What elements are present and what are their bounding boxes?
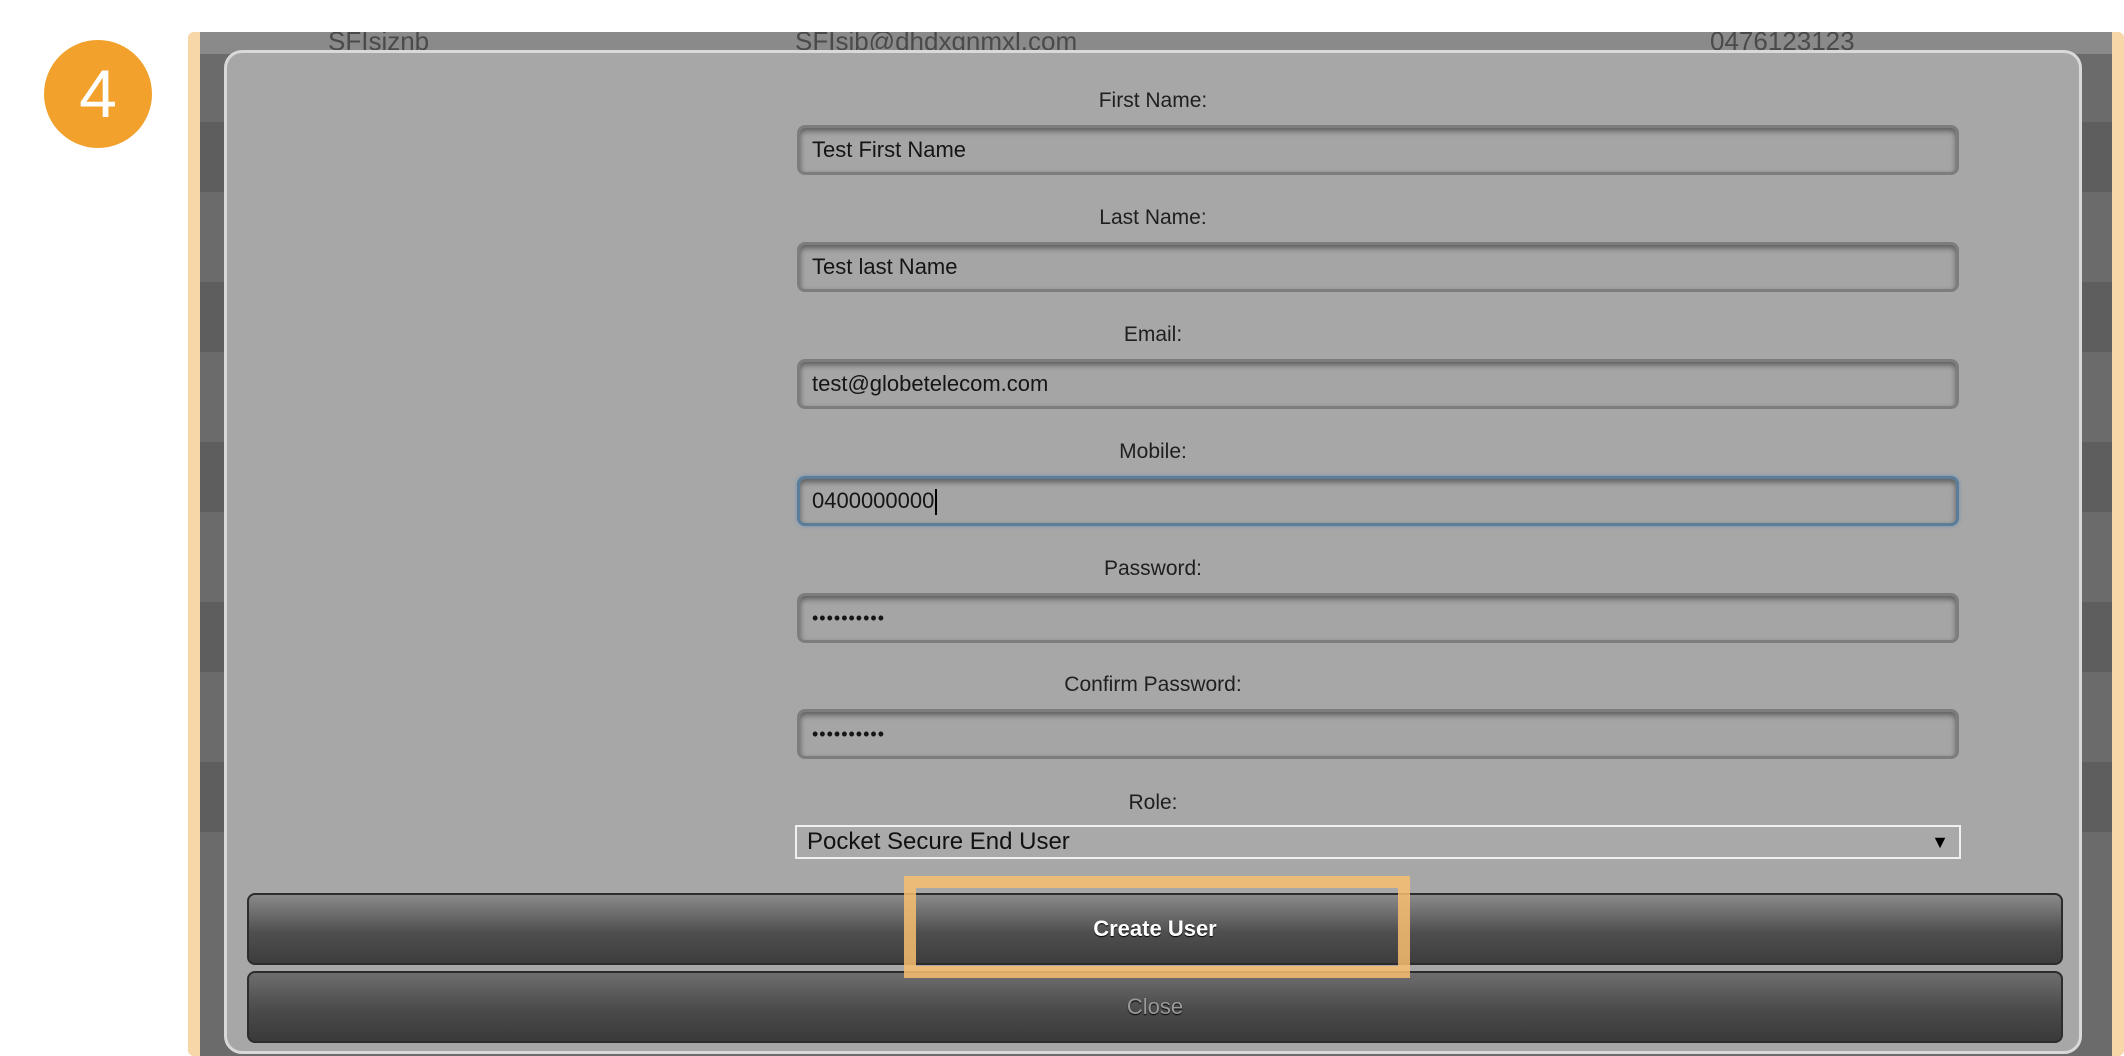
first-name-label: First Name:: [1098, 89, 1208, 112]
close-button[interactable]: Close: [247, 971, 2063, 1043]
role-select[interactable]: Pocket Secure End User ▼: [795, 825, 1961, 859]
mobile-input-value: 0400000000: [812, 488, 935, 513]
confirm-password-input[interactable]: ••••••••••: [797, 709, 1959, 759]
role-label: Role:: [1128, 791, 1178, 814]
role-selected-value: Pocket Secure End User: [807, 828, 1070, 855]
step-number-badge: 4: [44, 40, 152, 148]
email-input[interactable]: test@globetelecom.com: [797, 359, 1959, 409]
confirm-password-label: Confirm Password:: [1064, 673, 1242, 696]
first-name-input[interactable]: Test First Name: [797, 125, 1959, 175]
dropdown-arrow-icon: ▼: [1931, 832, 1949, 852]
password-input[interactable]: ••••••••••: [797, 593, 1959, 643]
create-user-dialog: First Name: Test First Name Last Name: T…: [224, 50, 2082, 1054]
create-user-button[interactable]: Create User: [247, 893, 2063, 965]
mobile-label: Mobile:: [1119, 440, 1187, 463]
email-label: Email:: [1123, 323, 1183, 346]
text-cursor: [935, 489, 938, 516]
password-label: Password:: [1103, 557, 1203, 580]
last-name-input[interactable]: Test last Name: [797, 242, 1959, 292]
last-name-label: Last Name:: [1099, 206, 1207, 229]
mobile-input[interactable]: 0400000000: [797, 476, 1959, 526]
